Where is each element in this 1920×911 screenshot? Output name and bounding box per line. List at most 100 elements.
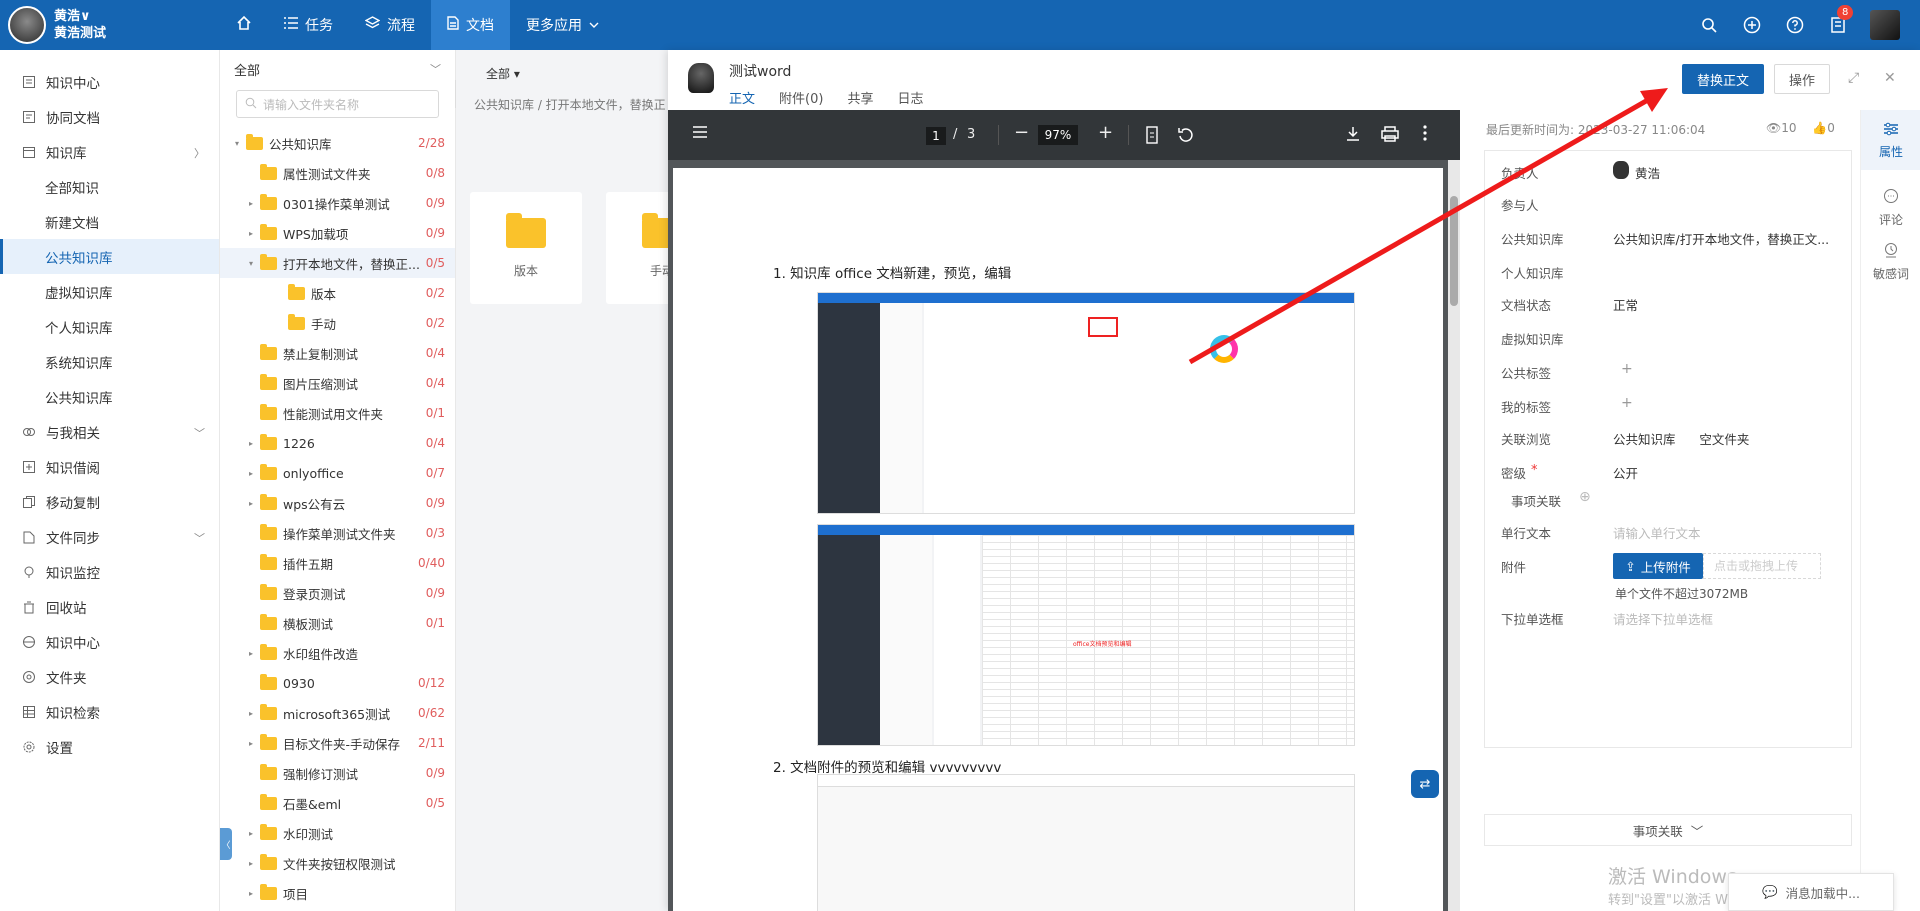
nav-home[interactable] — [220, 0, 268, 50]
tree-node[interactable]: ▸ 0301操作菜单测试 0/9 — [220, 188, 455, 218]
tree-node[interactable]: 强制修订测试 0/9 — [220, 758, 455, 788]
zoom-in-icon[interactable]: + — [1098, 122, 1113, 143]
tree-node[interactable]: ▸ wps公有云 0/9 — [220, 488, 455, 518]
caret-right-icon[interactable]: ▸ — [244, 649, 258, 658]
folder-search-input[interactable]: 请输入文件夹名称 — [236, 90, 439, 118]
help-icon[interactable] — [1784, 14, 1806, 36]
replace-body-button[interactable]: 替换正文 — [1682, 64, 1764, 94]
sidebar-item-all-knowledge[interactable]: 全部知识 — [0, 169, 219, 204]
nav-tasks[interactable]: 任务 — [268, 0, 349, 50]
user-menu[interactable]: 黄浩∨ 黄浩测试 — [8, 4, 208, 46]
tree-node[interactable]: ▸ 目标文件夹-手动保存 2/11 — [220, 728, 455, 758]
tree-node[interactable]: 登录页测试 0/9 — [220, 578, 455, 608]
list-filter[interactable]: 全部 ▾ — [456, 50, 670, 96]
sidebar-item-virtual-kb[interactable]: 虚拟知识库 — [0, 274, 219, 309]
tree-node[interactable]: 操作菜单测试文件夹 0/3 — [220, 518, 455, 548]
nav-more-apps[interactable]: 更多应用 — [510, 0, 615, 50]
sidebar-item-public-kb-2[interactable]: 公共知识库 — [0, 379, 219, 414]
folder-tile-version[interactable]: 版本 — [470, 192, 582, 304]
sidebar-item-folder[interactable]: 文件夹 — [0, 659, 219, 694]
add-circle-icon[interactable] — [1741, 14, 1763, 36]
add-tag-icon[interactable]: + — [1621, 395, 1633, 411]
collapse-sidebar-button[interactable]: 〈 — [220, 828, 232, 860]
tree-node[interactable]: ▸ microsoft365测试 0/62 — [220, 698, 455, 728]
caret-right-icon[interactable]: ▸ — [244, 829, 258, 838]
page-number-input[interactable]: 1 — [926, 127, 946, 145]
caret-right-icon[interactable]: ▸ — [244, 199, 258, 208]
tree-node[interactable]: 性能测试用文件夹 0/1 — [220, 398, 455, 428]
caret-right-icon[interactable]: ▸ — [244, 709, 258, 718]
tree-node[interactable]: 禁止复制测试 0/4 — [220, 338, 455, 368]
caret-down-icon[interactable]: ▾ — [230, 139, 244, 148]
rail-sensitive-words[interactable]: 敏感词 — [1861, 234, 1920, 284]
sidebar-item-settings[interactable]: 设置 — [0, 729, 219, 764]
tree-node[interactable]: ▸ 1226 0/4 — [220, 428, 455, 458]
caret-down-icon[interactable]: ▾ — [244, 259, 258, 268]
nav-flow[interactable]: 流程 — [349, 0, 431, 50]
sidebar-item-knowledge-base[interactable]: 知识库 〉 — [0, 134, 219, 169]
caret-right-icon[interactable]: ▸ — [244, 499, 258, 508]
tree-node[interactable]: ▸ 文件夹按钮权限测试 — [220, 848, 455, 878]
tree-node[interactable]: 手动 0/2 — [220, 308, 455, 338]
tree-filter[interactable]: 全部 ﹀ — [220, 50, 455, 88]
swap-icon[interactable]: ⇄ — [1411, 770, 1439, 798]
upload-attachment-button[interactable]: ⇪ 上传附件 — [1613, 553, 1703, 579]
actions-button[interactable]: 操作 — [1774, 64, 1830, 94]
notification-icon[interactable]: 8 — [1827, 5, 1854, 36]
download-icon[interactable] — [1345, 126, 1361, 146]
sidebar-item-monitor[interactable]: 知识监控 — [0, 554, 219, 589]
caret-right-icon[interactable]: ▸ — [244, 739, 258, 748]
tree-node[interactable]: ▸ 水印测试 — [220, 818, 455, 848]
thumbs-up-icon[interactable]: 👍 — [1812, 121, 1827, 135]
tree-node[interactable]: ▾ 公共知识库 2/28 — [220, 128, 455, 158]
sidebar-item-search[interactable]: 知识检索 — [0, 694, 219, 729]
tree-node[interactable]: 0930 0/12 — [220, 668, 455, 698]
sidebar-item-borrow[interactable]: 知识借阅 — [0, 449, 219, 484]
avatar[interactable] — [8, 6, 46, 44]
zoom-level[interactable]: 97% — [1038, 125, 1078, 145]
tree-node[interactable]: ▸ WPS加载项 0/9 — [220, 218, 455, 248]
tree-node[interactable]: ▾ 打开本地文件，替换正... 0/5 — [220, 248, 455, 278]
add-tag-icon[interactable]: + — [1621, 361, 1633, 377]
caret-right-icon[interactable]: ▸ — [244, 889, 258, 898]
sidebar-item-related[interactable]: 与我相关 ﹀ — [0, 414, 219, 449]
rail-comments[interactable]: 评论 — [1861, 180, 1920, 230]
single-line-input[interactable]: 请输入单行文本 — [1613, 523, 1701, 542]
search-icon[interactable] — [1698, 14, 1720, 36]
caret-right-icon[interactable]: ▸ — [244, 859, 258, 868]
rail-properties[interactable]: 属性 — [1861, 110, 1920, 170]
sidebar-item-file-sync[interactable]: 文件同步 ﹀ — [0, 519, 219, 554]
caret-right-icon[interactable]: ▸ — [244, 439, 258, 448]
upload-drop-zone[interactable]: 点击或拖拽上传 — [1703, 553, 1821, 579]
add-association-icon[interactable]: ⊕ — [1579, 489, 1591, 505]
sidebar-item-system-kb[interactable]: 系统知识库 — [0, 344, 219, 379]
sidebar-item-personal-kb[interactable]: 个人知识库 — [0, 309, 219, 344]
tree-node[interactable]: 属性测试文件夹 0/8 — [220, 158, 455, 188]
more-vertical-icon[interactable] — [1423, 125, 1427, 145]
sidebar-item-new-doc[interactable]: 新建文档 — [0, 204, 219, 239]
sidebar-item-move-copy[interactable]: 移动复制 — [0, 484, 219, 519]
item-association-toggle[interactable]: 事项关联 ﹀ — [1484, 814, 1852, 846]
caret-right-icon[interactable]: ▸ — [244, 469, 258, 478]
sidebar-item-knowledge-center-2[interactable]: 知识中心 — [0, 624, 219, 659]
tree-node[interactable]: 版本 0/2 — [220, 278, 455, 308]
rotate-icon[interactable] — [1176, 126, 1194, 148]
tree-node[interactable]: 插件五期 0/40 — [220, 548, 455, 578]
tree-node[interactable]: 图片压缩测试 0/4 — [220, 368, 455, 398]
sidebar-item-collab-docs[interactable]: 协同文档 — [0, 99, 219, 134]
dropdown-select[interactable]: 请选择下拉单选框 — [1613, 609, 1713, 628]
tree-node[interactable]: ▸ onlyoffice 0/7 — [220, 458, 455, 488]
tree-node[interactable]: ▸ 项目 — [220, 878, 455, 908]
fit-page-icon[interactable] — [1146, 126, 1158, 148]
zoom-out-icon[interactable]: − — [1014, 122, 1029, 143]
print-icon[interactable] — [1381, 126, 1399, 146]
caret-right-icon[interactable]: ▸ — [244, 229, 258, 238]
menu-icon[interactable] — [692, 125, 708, 143]
scrollbar-thumb[interactable] — [1450, 196, 1458, 306]
tree-node[interactable]: ▸ 水印组件改造 — [220, 638, 455, 668]
sidebar-item-knowledge-center[interactable]: 知识中心 — [0, 64, 219, 99]
sidebar-item-public-kb[interactable]: 公共知识库 — [0, 239, 219, 274]
nav-docs[interactable]: 文档 — [431, 0, 510, 50]
expand-icon[interactable]: ⤢ — [1848, 70, 1859, 86]
tree-node[interactable]: 石墨&eml 0/5 — [220, 788, 455, 818]
